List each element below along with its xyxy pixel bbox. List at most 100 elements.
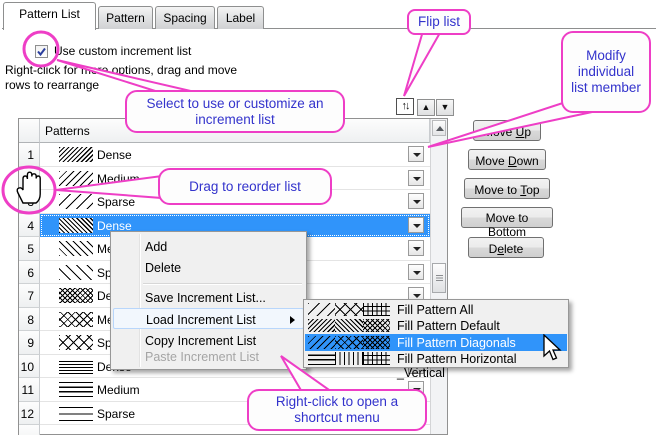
fill-pattern-diagonals-icon: [308, 336, 390, 349]
button-mnemonic: e: [497, 242, 504, 256]
pattern-swatch-icon: [59, 147, 93, 162]
move-to-top-button[interactable]: Move to Top: [464, 178, 550, 199]
submenu-item-fill-pattern-default[interactable]: Fill Pattern Default: [305, 318, 567, 335]
table-row[interactable]: 1 Dense: [19, 143, 430, 167]
submenu-item-label: Fill Pattern Horizontal _Vertical: [397, 352, 567, 380]
dropdown-arrow-button[interactable]: [408, 240, 424, 256]
pattern-name: Sparse: [97, 407, 135, 421]
up-triangle-icon: ▲: [422, 102, 431, 112]
row-number-cell[interactable]: 12: [19, 402, 40, 426]
menu-item-add[interactable]: Add: [113, 236, 304, 257]
pattern-swatch-icon: [59, 171, 93, 186]
pattern-name: Dense: [97, 148, 132, 162]
context-menu: Add Delete Save Increment List... Load I…: [110, 231, 307, 370]
scrollbar-thumb[interactable]: [432, 263, 446, 293]
scrollbar-up-button[interactable]: [432, 120, 446, 136]
tab-spacing[interactable]: Spacing: [155, 6, 215, 29]
row-number-cell[interactable]: 2: [19, 167, 40, 191]
hint-text: Right-click for more options, drag and m…: [5, 63, 237, 93]
down-arrow-icon: [413, 200, 421, 204]
submenu-item-fill-pattern-diagonals[interactable]: Fill Pattern Diagonals: [305, 334, 567, 351]
pattern-name: Medium: [97, 383, 140, 397]
fill-pattern-default-icon: [308, 319, 390, 332]
pattern-swatch-icon: [59, 382, 93, 397]
callout-tail: [404, 31, 441, 96]
dropdown-arrow-button[interactable]: [408, 264, 424, 280]
dropdown-arrow-button[interactable]: [408, 217, 424, 233]
flip-list-button[interactable]: ↑↓: [396, 98, 414, 115]
button-label: Move: [475, 154, 508, 168]
row-number-cell[interactable]: 6: [19, 261, 40, 285]
delete-button[interactable]: Delete: [468, 237, 544, 258]
tab-pattern[interactable]: Pattern: [98, 6, 153, 29]
pattern-swatch-icon: [59, 194, 93, 209]
hint-line-1: Right-click for more options, drag and m…: [5, 63, 237, 78]
row-number-cell[interactable]: 9: [19, 331, 40, 355]
down-arrow-icon: [413, 153, 421, 157]
button-label: op: [526, 183, 539, 197]
callout-flip-list: Flip list: [407, 9, 471, 35]
checkbox-label: Use custom increment list: [54, 44, 191, 58]
callout-right-click-shortcut-menu: Right-click to open a shortcut menu: [247, 389, 427, 431]
move-up-small-button[interactable]: ▲: [417, 99, 435, 116]
menu-item-load-increment-list[interactable]: Load Increment List: [113, 308, 304, 329]
row-number-cell[interactable]: 11: [19, 378, 40, 402]
pattern-swatch-icon: [59, 218, 93, 233]
button-label: Move: [483, 125, 516, 139]
menu-item-paste-increment-list: Paste Increment List: [113, 346, 304, 367]
submenu-item-fill-pattern-all[interactable]: Fill Pattern All: [305, 301, 567, 318]
row-number-cell[interactable]: 8: [19, 308, 40, 332]
row-number-cell[interactable]: 5: [19, 237, 40, 261]
row-number-cell[interactable]: 1: [19, 143, 40, 167]
down-arrow-icon: [413, 224, 421, 228]
row-number-header: [19, 119, 40, 143]
row-number-cell[interactable]: 7: [19, 284, 40, 308]
flip-arrows-icon: ↑↓: [402, 100, 409, 112]
pattern-list-dialog: Pattern List Pattern Spacing Label Use c…: [0, 0, 658, 435]
move-up-button[interactable]: Move Up: [473, 120, 541, 141]
button-label: own: [517, 154, 539, 168]
down-triangle-icon: ▼: [441, 102, 450, 112]
submenu-item-fill-pattern-horizontal-vertical[interactable]: Fill Pattern Horizontal _Vertical: [305, 351, 567, 368]
grip-icon: [436, 275, 443, 281]
tab-label[interactable]: Label: [217, 6, 264, 29]
use-custom-increment-list-checkbox[interactable]: [35, 45, 48, 58]
row-number-cell[interactable]: 3: [19, 190, 40, 214]
pattern-swatch-icon: [59, 406, 93, 421]
submenu-item-label: Fill Pattern Default: [397, 319, 500, 333]
down-arrow-icon: [413, 177, 421, 181]
down-arrow-icon: [413, 294, 421, 298]
pattern-swatch-icon: [59, 265, 93, 280]
button-mnemonic: D: [508, 154, 517, 168]
button-label: p: [524, 125, 531, 139]
menu-item-delete[interactable]: Delete: [113, 257, 304, 278]
pattern-swatch-icon: [59, 359, 93, 374]
checkmark-icon: [36, 46, 47, 57]
vertical-scrollbar[interactable]: [430, 119, 447, 434]
move-down-button[interactable]: Move Down: [468, 149, 546, 170]
fill-pattern-horizontal-vertical-icon: [308, 352, 390, 365]
pattern-swatch-icon: [59, 241, 93, 256]
submenu-arrow-icon: [290, 316, 295, 324]
down-arrow-icon: [413, 271, 421, 275]
pattern-name: Medium: [97, 172, 140, 186]
row-number-cell[interactable]: 4: [19, 214, 40, 238]
menu-separator: [143, 283, 302, 285]
move-to-bottom-button[interactable]: Move to Bottom: [461, 207, 553, 228]
down-arrow-icon: [413, 247, 421, 251]
menu-item-save-increment-list[interactable]: Save Increment List...: [113, 287, 304, 308]
submenu-item-label: Fill Pattern All: [397, 303, 473, 317]
move-down-small-button[interactable]: ▼: [436, 99, 454, 116]
pattern-name: Sparse: [97, 195, 135, 209]
submenu-item-label: Fill Pattern Diagonals: [397, 336, 516, 350]
dropdown-arrow-button[interactable]: [408, 193, 424, 209]
button-label: lete: [504, 242, 523, 256]
dropdown-arrow-button[interactable]: [408, 170, 424, 186]
dropdown-arrow-button[interactable]: [408, 146, 424, 162]
pattern-swatch-icon: [59, 288, 93, 303]
row-number-cell[interactable]: 10: [19, 355, 40, 379]
tab-pattern-list[interactable]: Pattern List: [3, 2, 96, 30]
row-number-cell: [19, 425, 40, 435]
up-arrow-icon: [436, 126, 444, 131]
pattern-swatch-icon: [59, 335, 93, 350]
